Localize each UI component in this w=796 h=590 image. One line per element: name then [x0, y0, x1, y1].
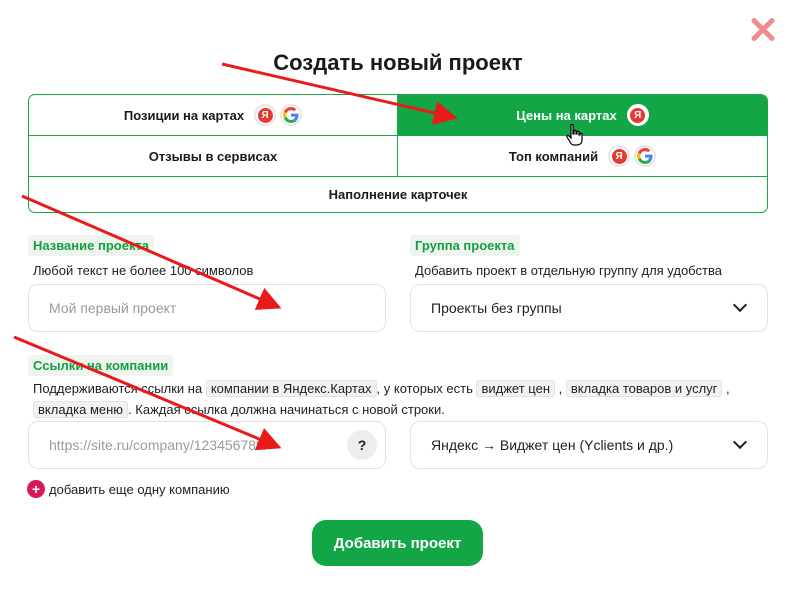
project-name-hint: Любой текст не более 100 символов	[33, 263, 254, 278]
link-source-select[interactable]: Яндекс → Виджет цен (Yclients и др.)	[410, 421, 768, 469]
hand-cursor-icon	[566, 124, 583, 146]
chip-goods-tab: вкладка товаров и услуг	[565, 380, 723, 397]
company-link-placeholder: https://site.ru/company/123456789/	[49, 437, 268, 453]
project-group-select[interactable]: Проекты без группы	[410, 284, 768, 332]
link-source-value: Яндекс → Виджет цен (Yclients и др.)	[431, 437, 674, 453]
chip-menu-tab: вкладка меню	[33, 401, 129, 418]
type-label: Позиции на картах	[123, 107, 245, 123]
company-links-label: Ссылки на компании	[28, 355, 174, 376]
chevron-down-icon	[732, 297, 748, 313]
type-label: Цены на картах	[516, 107, 617, 123]
chip-price-widget: виджет цен	[476, 380, 555, 397]
help-button[interactable]: ?	[347, 430, 377, 460]
type-service-reviews[interactable]: Отзывы в сервисах	[29, 136, 398, 177]
yandex-icon: Я	[626, 104, 649, 126]
type-map-positions[interactable]: Позиции на картах Я	[29, 95, 398, 136]
type-label: Отзывы в сервисах	[148, 148, 278, 164]
yandex-icon: Я	[608, 145, 631, 167]
chevron-down-icon	[732, 434, 748, 450]
plus-icon: +	[27, 480, 45, 498]
modal-title: Создать новый проект	[273, 50, 523, 75]
project-name-label: Название проекта	[28, 235, 155, 256]
project-group-hint: Добавить проект в отдельную группу для у…	[415, 263, 722, 278]
project-type-grid: Позиции на картах Я Цены на картах Я Отз…	[28, 94, 768, 213]
close-icon[interactable]	[747, 14, 779, 46]
add-project-button[interactable]: Добавить проект	[312, 520, 483, 566]
chip-yandex-companies: компании в Яндекс.Картах	[205, 380, 377, 397]
add-company-label: добавить еще одну компанию	[49, 481, 230, 497]
type-card-filling[interactable]: Наполнение карточек	[29, 177, 767, 212]
add-company-link[interactable]: + добавить еще одну компанию	[27, 480, 230, 498]
yandex-icon: Я	[254, 104, 277, 126]
type-label: Наполнение карточек	[328, 187, 468, 202]
google-icon	[280, 104, 303, 126]
project-group-label: Группа проекта	[410, 235, 520, 256]
project-group-value: Проекты без группы	[431, 300, 562, 316]
company-links-description: Поддерживаются ссылки на компании в Янде…	[33, 380, 730, 418]
google-icon	[634, 145, 657, 167]
type-label: Топ компаний	[508, 148, 599, 164]
company-link-input[interactable]: https://site.ru/company/123456789/ ?	[28, 421, 386, 469]
project-name-placeholder: Мой первый проект	[49, 300, 177, 316]
project-name-input[interactable]: Мой первый проект	[28, 284, 386, 332]
